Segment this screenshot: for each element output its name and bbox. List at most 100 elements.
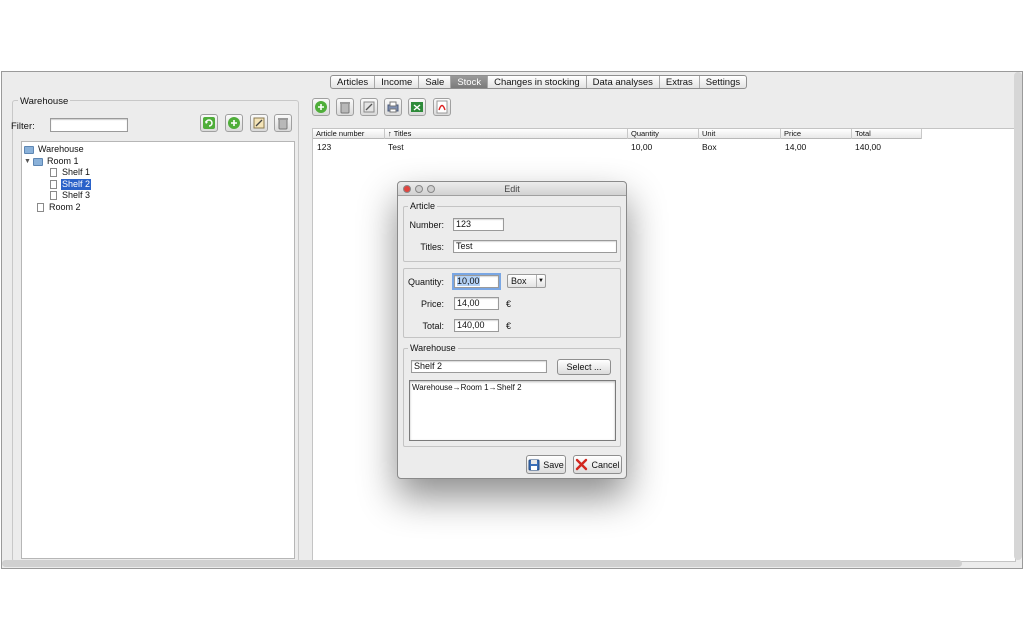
delete-article-button[interactable] — [336, 98, 354, 116]
cell-price: 14,00 — [785, 142, 807, 152]
add-location-button[interactable] — [225, 114, 243, 132]
document-icon — [50, 180, 57, 189]
total-currency: € — [506, 321, 512, 331]
warehouse-path-area[interactable]: Warehouse→Room 1→Shelf 2 — [409, 380, 616, 441]
edit-icon — [253, 117, 265, 129]
price-field[interactable]: 14,00 — [454, 297, 499, 310]
tab-bar: Articles Income Sale Stock Changes in st… — [330, 75, 748, 89]
folder-icon — [24, 145, 34, 154]
quantity-field[interactable]: 10,00 — [452, 273, 501, 290]
tree-node-shelf-2[interactable]: Shelf 2 — [50, 179, 92, 190]
refresh-icon — [203, 117, 215, 129]
column-price[interactable]: Price — [781, 129, 852, 139]
column-quantity[interactable]: Quantity — [628, 129, 699, 139]
document-icon — [37, 203, 44, 212]
dialog-title: Edit — [504, 184, 520, 194]
tab-changes-in-stocking[interactable]: Changes in stocking — [488, 76, 587, 88]
tree-node-label: Room 2 — [49, 202, 81, 212]
tab-articles[interactable]: Articles — [331, 76, 376, 88]
tree-node-label: Shelf 2 — [61, 179, 92, 190]
cell-unit: Box — [702, 142, 717, 152]
warehouse-tree[interactable]: Warehouse ▼ Room 1 Shelf 1 Shelf 2 Shelf… — [21, 141, 295, 559]
document-icon — [50, 191, 57, 200]
close-icon[interactable] — [403, 185, 411, 193]
quantity-value: 10,00 — [457, 276, 480, 286]
unit-select[interactable]: Box ▼ — [507, 274, 546, 288]
filter-input[interactable] — [50, 118, 128, 132]
tab-settings[interactable]: Settings — [700, 76, 746, 88]
titles-field[interactable]: Test — [453, 240, 617, 253]
cell-quantity: 10,00 — [631, 142, 653, 152]
tree-node-warehouse[interactable]: Warehouse — [24, 144, 85, 155]
select-warehouse-button[interactable]: Select ... — [557, 359, 611, 375]
refresh-tree-button[interactable] — [200, 114, 218, 132]
price-label: Price: — [420, 299, 444, 309]
warehouse-field[interactable]: Shelf 2 — [411, 360, 547, 373]
tab-income[interactable]: Income — [375, 76, 420, 88]
tree-node-shelf-1[interactable]: Shelf 1 — [50, 167, 91, 178]
tab-data-analyses[interactable]: Data analyses — [587, 76, 660, 88]
number-label: Number: — [409, 220, 444, 230]
tree-node-room-2[interactable]: Room 2 — [37, 202, 82, 213]
cancel-button-label: Cancel — [591, 459, 620, 470]
total-label: Total: — [422, 321, 444, 331]
unit-select-value: Box — [511, 276, 527, 286]
save-button-label: Save — [543, 459, 564, 470]
tree-node-room-1[interactable]: ▼ Room 1 — [24, 156, 80, 167]
tree-node-label: Room 1 — [47, 156, 79, 166]
article-group-title: Article — [408, 201, 438, 211]
cancel-button[interactable]: Cancel — [573, 455, 622, 474]
export-excel-icon — [411, 102, 423, 112]
floppy-disk-icon — [528, 459, 540, 470]
cell-total: 140,00 — [855, 142, 881, 152]
delete-location-button[interactable] — [274, 114, 292, 132]
tab-sale[interactable]: Sale — [419, 76, 452, 88]
cell-article-number: 123 — [317, 142, 332, 152]
tree-node-label: Shelf 3 — [62, 190, 91, 200]
delete-icon — [340, 102, 350, 114]
export-excel-button[interactable] — [408, 98, 426, 116]
delete-icon — [278, 118, 288, 130]
vertical-scrollbar[interactable] — [1014, 72, 1022, 560]
add-article-button[interactable] — [312, 98, 330, 116]
titles-label: Titles: — [420, 242, 444, 252]
document-icon — [50, 168, 57, 177]
tree-node-shelf-3[interactable]: Shelf 3 — [50, 190, 91, 201]
warehouse-panel-title: Warehouse — [18, 96, 71, 107]
disclosure-down-icon[interactable]: ▼ — [24, 158, 33, 165]
save-button[interactable]: Save — [526, 455, 566, 474]
edit-article-button[interactable] — [360, 98, 378, 116]
export-pdf-button[interactable] — [433, 98, 451, 116]
folder-icon — [33, 157, 43, 166]
print-button[interactable] — [384, 98, 402, 116]
edit-icon — [363, 101, 375, 113]
tree-node-label: Shelf 1 — [62, 167, 91, 177]
add-icon — [228, 117, 240, 129]
total-field[interactable]: 140,00 — [454, 319, 499, 332]
dialog-title-bar: Edit — [398, 182, 626, 196]
tab-stock[interactable]: Stock — [451, 76, 489, 88]
horizontal-scrollbar[interactable] — [2, 560, 962, 567]
edit-location-button[interactable] — [250, 114, 268, 132]
tree-node-label: Warehouse — [38, 144, 84, 154]
export-pdf-icon — [436, 100, 448, 114]
select-button-label: Select ... — [566, 362, 602, 372]
chevron-down-icon: ▼ — [536, 275, 545, 287]
tab-extras[interactable]: Extras — [660, 76, 700, 88]
edit-dialog: Edit Article Number: 123 Titles: Test Qu… — [397, 181, 627, 479]
column-titles[interactable]: ↑ Titles — [385, 129, 628, 139]
price-currency: € — [506, 299, 512, 309]
column-article-number[interactable]: Article number — [313, 129, 385, 139]
zoom-icon[interactable] — [427, 185, 435, 193]
minimize-icon[interactable] — [415, 185, 423, 193]
table-header: Article number ↑ Titles Quantity Unit Pr… — [313, 129, 922, 139]
warehouse-group-title: Warehouse — [408, 343, 458, 353]
print-icon — [387, 101, 399, 113]
cell-title: Test — [388, 142, 404, 152]
cancel-x-icon — [576, 458, 588, 471]
article-group: Article — [403, 201, 621, 262]
column-unit[interactable]: Unit — [699, 129, 781, 139]
column-total[interactable]: Total — [852, 129, 922, 139]
number-field[interactable]: 123 — [453, 218, 504, 231]
quantity-label: Quantity: — [407, 277, 444, 287]
